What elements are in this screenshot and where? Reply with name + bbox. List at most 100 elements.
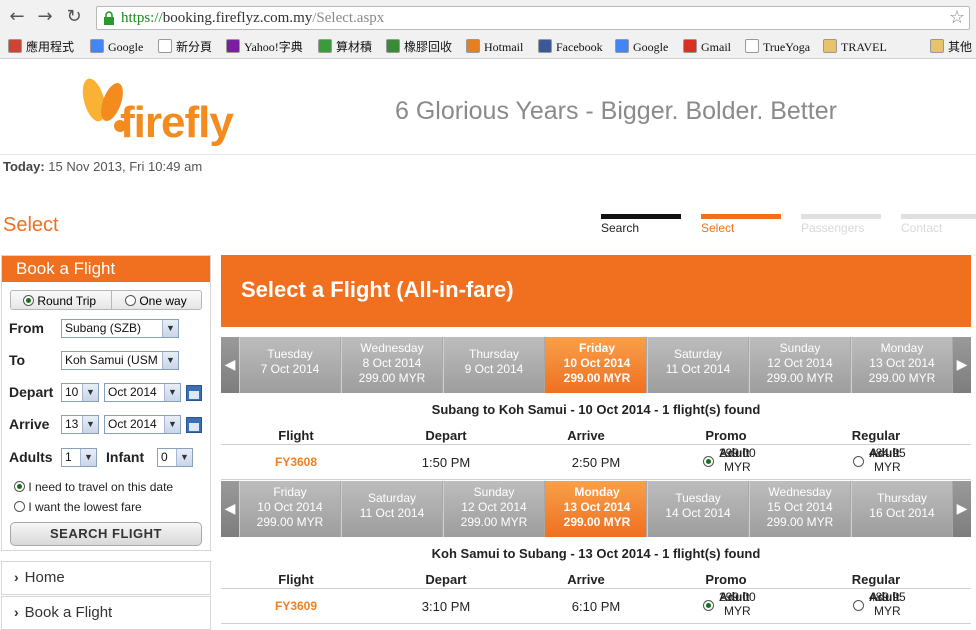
chevron-down-icon: ▼ xyxy=(164,384,180,401)
radio-icon xyxy=(14,481,25,492)
date-cell[interactable]: Monday 13 Oct 2014 299.00 MYR xyxy=(851,337,952,393)
calendar-icon[interactable] xyxy=(186,385,202,401)
flight-number-link[interactable]: FY3608 xyxy=(256,455,336,469)
date-cell[interactable]: Thursday 9 Oct 2014 xyxy=(443,337,544,393)
bookmark-item[interactable]: 其他 xyxy=(930,38,972,56)
date-cell-price: 299.00 MYR xyxy=(358,371,426,385)
depart-day-select[interactable]: 10 ▼ xyxy=(61,383,99,402)
prev-dates-arrow-icon[interactable]: ◀ xyxy=(221,481,239,537)
bookmark-label: 橡膠回收 xyxy=(404,40,453,54)
sidenav-book-flight[interactable]: › Book a Flight xyxy=(1,596,211,630)
date-cell[interactable]: Saturday 11 Oct 2014 xyxy=(647,337,748,393)
infant-select[interactable]: 0 ▼ xyxy=(157,448,193,467)
site-header: firefly 6 Glorious Years - Bigger. Bolde… xyxy=(0,60,976,155)
bookmark-star-icon[interactable]: ☆ xyxy=(949,7,965,28)
bookmark-item[interactable]: Google xyxy=(90,38,143,56)
bookmark-item[interactable]: 算材積 xyxy=(318,38,372,56)
chevron-down-icon: ▼ xyxy=(80,449,96,466)
arrive-day-select[interactable]: 13 ▼ xyxy=(61,415,99,434)
outbound-table-header: Flight Depart Arrive Promo Regular xyxy=(221,428,971,444)
from-select[interactable]: Subang (SZB) ▼ xyxy=(61,319,179,338)
bookmark-item[interactable]: Yahoo!字典 xyxy=(226,38,303,56)
round-trip-option[interactable]: Round Trip xyxy=(23,294,96,308)
bookmark-item[interactable]: TrueYoga xyxy=(745,38,810,56)
date-cell[interactable]: Friday 10 Oct 2014 299.00 MYR xyxy=(545,337,646,393)
date-cell[interactable]: Monday 13 Oct 2014 299.00 MYR xyxy=(545,481,646,537)
flight-number-link[interactable]: FY3609 xyxy=(256,599,336,613)
date-cell[interactable]: Thursday 16 Oct 2014 xyxy=(851,481,952,537)
bookmark-label: Yahoo!字典 xyxy=(244,40,303,54)
date-cell-date: 11 Oct 2014 xyxy=(359,506,425,520)
date-cell[interactable]: Sunday 12 Oct 2014 299.00 MYR xyxy=(443,481,544,537)
url-bar[interactable]: https://booking.fireflyz.com.my/Select.a… xyxy=(96,6,970,30)
adults-select[interactable]: 1 ▼ xyxy=(61,448,97,467)
outbound-found-text: Subang to Koh Samui - 10 Oct 2014 - 1 fl… xyxy=(431,402,761,417)
arrive-month-select[interactable]: Oct 2014 ▼ xyxy=(104,415,181,434)
firefly-logo[interactable]: firefly xyxy=(70,76,240,156)
date-cell[interactable]: Tuesday 14 Oct 2014 xyxy=(647,481,748,537)
book-flight-heading: Book a Flight xyxy=(2,256,210,282)
lock-icon xyxy=(104,11,114,25)
date-cell-date: 7 Oct 2014 xyxy=(260,362,320,376)
date-cell-price: 299.00 MYR xyxy=(563,371,631,385)
one-way-option[interactable]: One way xyxy=(125,294,187,308)
bookmark-item[interactable]: Hotmail xyxy=(466,38,523,56)
bookmark-favicon-icon xyxy=(930,39,944,53)
bookmark-label: 應用程式 xyxy=(26,40,75,54)
column-header-depart: Depart xyxy=(425,428,467,443)
option-lowest-fare[interactable]: I want the lowest fare xyxy=(14,500,142,514)
forward-icon[interactable]: → xyxy=(34,6,56,28)
bookmark-item[interactable]: Gmail xyxy=(683,38,731,56)
divider xyxy=(111,291,112,309)
date-cell-price: 299.00 MYR xyxy=(256,515,324,529)
bookmark-item[interactable]: 應用程式 xyxy=(8,38,74,56)
step-contact: Contact xyxy=(901,214,976,238)
date-cell[interactable]: Sunday 12 Oct 2014 299.00 MYR xyxy=(749,337,850,393)
bookmark-item[interactable]: Facebook xyxy=(538,38,603,56)
bookmark-item[interactable]: TRAVEL xyxy=(823,38,887,56)
promo-fare-radio[interactable] xyxy=(703,600,714,611)
chevron-down-icon: ▼ xyxy=(162,320,178,337)
bookmark-item[interactable]: 橡膠回收 xyxy=(386,38,452,56)
sidenav-home[interactable]: › Home xyxy=(1,561,211,595)
date-cell-day: Monday xyxy=(574,485,620,499)
chevron-down-icon: ▼ xyxy=(164,416,180,433)
date-cell[interactable]: Saturday 11 Oct 2014 xyxy=(341,481,442,537)
from-label: From xyxy=(9,320,44,336)
back-icon[interactable]: ← xyxy=(6,6,28,28)
date-cell-date: 9 Oct 2014 xyxy=(464,362,524,376)
prev-dates-arrow-icon[interactable]: ◀ xyxy=(221,337,239,393)
to-select[interactable]: Koh Samui (USM ▼ xyxy=(61,351,179,370)
option-travel-on-date[interactable]: I need to travel on this date xyxy=(14,480,173,494)
bookmark-item[interactable]: Google xyxy=(615,38,668,56)
depart-month-select[interactable]: Oct 2014 ▼ xyxy=(104,383,181,402)
next-dates-arrow-icon[interactable]: ▶ xyxy=(953,481,971,537)
logo-text: firefly xyxy=(120,98,234,147)
step-passengers: Passengers xyxy=(801,214,881,238)
date-cell-date: 16 Oct 2014 xyxy=(869,506,935,520)
radio-icon xyxy=(23,295,34,306)
reload-icon[interactable]: ↻ xyxy=(63,6,85,28)
date-cell-date: 10 Oct 2014 xyxy=(563,356,631,370)
date-cell[interactable]: Friday 10 Oct 2014 299.00 MYR xyxy=(239,481,340,537)
today-date: Today: 15 Nov 2013, Fri 10:49 am xyxy=(3,159,203,174)
calendar-icon[interactable] xyxy=(186,417,202,433)
bookmark-label: Gmail xyxy=(701,40,731,54)
regular-fare-radio[interactable] xyxy=(853,600,864,611)
bookmark-label: 新分頁 xyxy=(176,40,213,54)
bookmark-item[interactable]: 新分頁 xyxy=(158,38,212,56)
outbound-date-strip: ◀ Tuesday 7 Oct 2014 Wednesday 8 Oct 2014 299… xyxy=(221,337,971,393)
date-cell[interactable]: Wednesday 15 Oct 2014 299.00 MYR xyxy=(749,481,850,537)
column-header-flight: Flight xyxy=(278,428,314,443)
bookmark-label: Google xyxy=(108,40,144,54)
date-cell[interactable]: Wednesday 8 Oct 2014 299.00 MYR xyxy=(341,337,442,393)
date-cell[interactable]: Tuesday 7 Oct 2014 xyxy=(239,337,340,393)
date-cell-price: 299.00 MYR xyxy=(766,515,834,529)
depart-label: Depart xyxy=(9,384,54,400)
browser-toolbar: ← → ↻ https://booking.fireflyz.com.my/Se… xyxy=(0,0,976,35)
search-flight-button[interactable]: SEARCH FLIGHT xyxy=(10,522,202,546)
promo-fare-radio[interactable] xyxy=(703,456,714,467)
regular-fare-radio[interactable] xyxy=(853,456,864,467)
next-dates-arrow-icon[interactable]: ▶ xyxy=(953,337,971,393)
bookmark-favicon-icon xyxy=(823,39,837,53)
